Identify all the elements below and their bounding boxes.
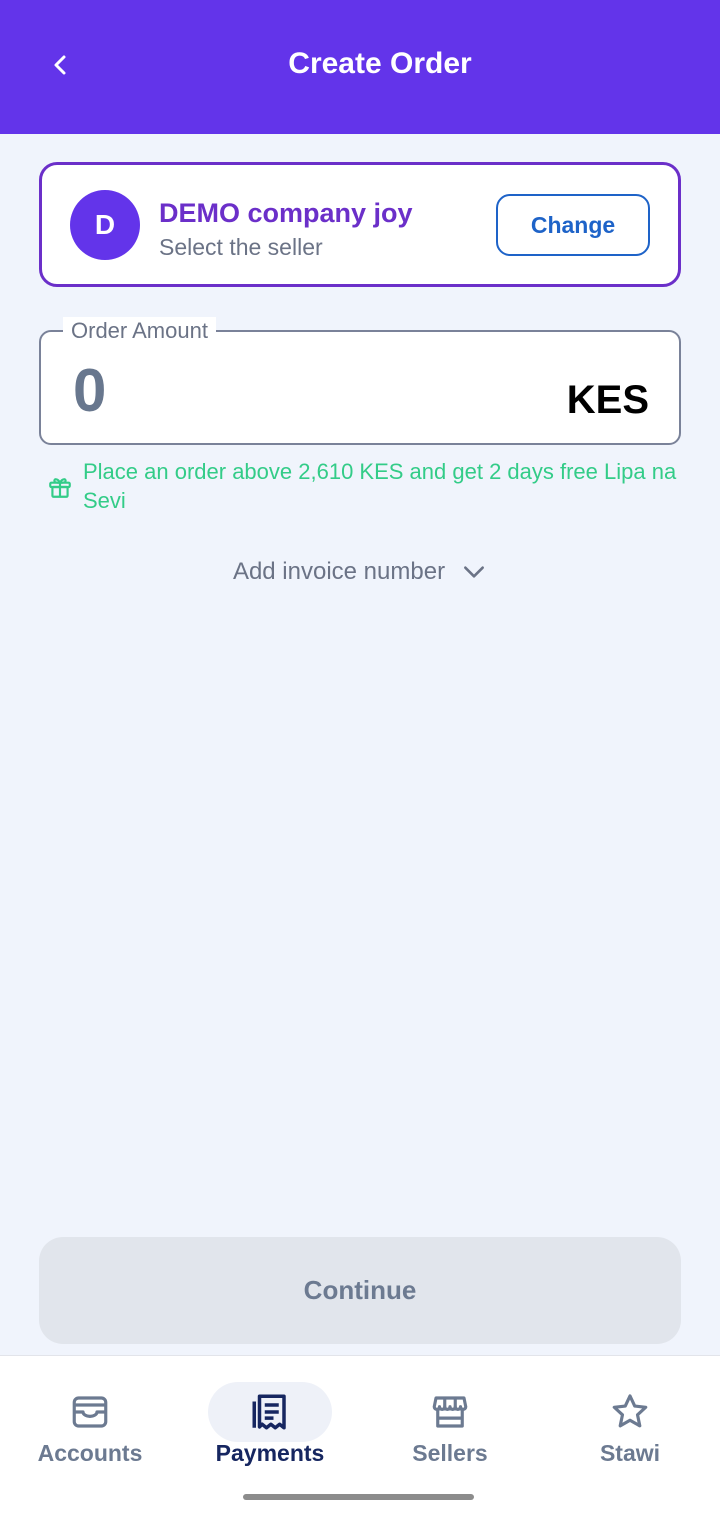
nav-item-payments[interactable]: Payments [180, 1378, 360, 1478]
nav-item-stawi[interactable]: Stawi [540, 1378, 720, 1478]
add-invoice-label: Add invoice number [232, 558, 446, 585]
receipt-icon [252, 1394, 286, 1430]
seller-name: DEMO company joy [159, 198, 413, 228]
bottom-navigation: Accounts Payments Sellers Stawi [0, 1355, 720, 1513]
continue-button[interactable]: Continue [39, 1237, 681, 1344]
order-amount-input[interactable]: 0 [73, 358, 106, 424]
nav-label-accounts: Accounts [37, 1440, 143, 1466]
wallet-icon [72, 1396, 108, 1428]
home-indicator [243, 1494, 474, 1500]
seller-card: D DEMO company joy Select the seller Cha… [39, 162, 681, 287]
chevron-down-icon [464, 566, 485, 578]
nav-item-sellers[interactable]: Sellers [360, 1378, 540, 1478]
store-icon [432, 1396, 468, 1428]
order-amount-field[interactable]: Order Amount 0 KES [39, 317, 681, 445]
promo-banner: Place an order above 2,610 KES and get 2… [47, 457, 687, 515]
page-title: Create Order [288, 47, 472, 80]
avatar: D [70, 190, 140, 260]
change-seller-button[interactable]: Change [496, 194, 650, 256]
star-icon [612, 1394, 648, 1428]
gift-icon [49, 478, 71, 498]
nav-label-stawi: Stawi [599, 1440, 661, 1466]
seller-subtitle: Select the seller [159, 234, 323, 260]
nav-label-sellers: Sellers [412, 1440, 488, 1466]
nav-item-accounts[interactable]: Accounts [0, 1378, 180, 1478]
top-app-bar: Create Order [0, 0, 720, 134]
add-invoice-toggle[interactable]: Add invoice number [0, 556, 720, 588]
promo-text: Place an order above 2,610 KES and get 2… [83, 459, 677, 513]
currency-label: KES [566, 378, 649, 422]
nav-label-payments: Payments [215, 1440, 325, 1466]
order-amount-label: Order Amount [63, 317, 216, 345]
